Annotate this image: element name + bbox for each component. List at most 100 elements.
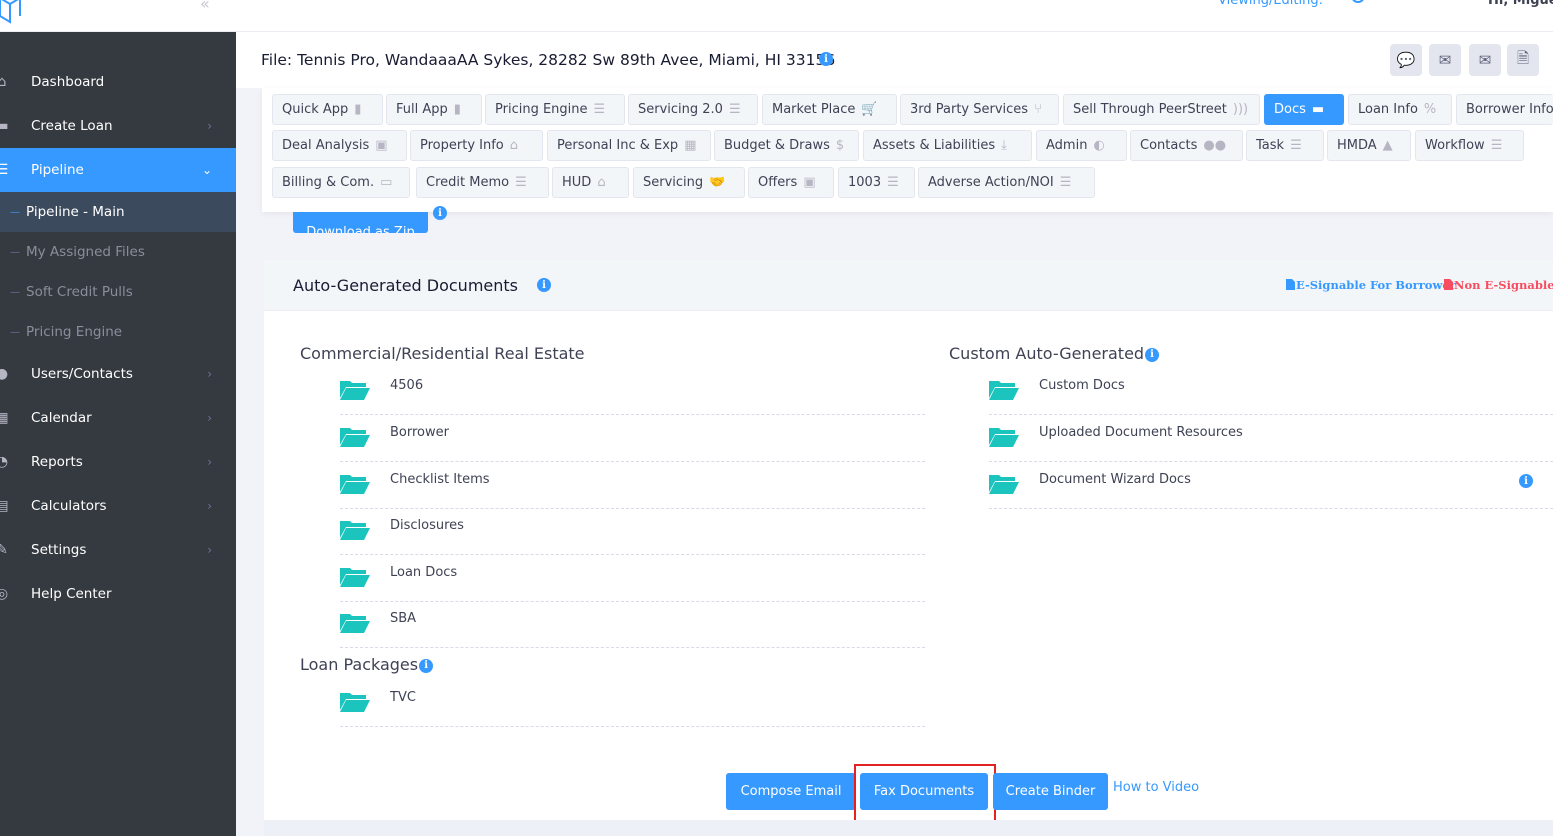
search-icon[interactable] [1350, 0, 1368, 8]
tab-quick-app[interactable]: Quick App ▮ [272, 94, 383, 125]
list-icon: ☰ [1490, 138, 1503, 153]
home-icon: ⌂ [509, 138, 519, 153]
tab-budget-draws[interactable]: Budget & Draws $ [714, 130, 859, 161]
sidebar-subitem-pricing-engine[interactable]: — Pricing Engine [0, 312, 236, 352]
sidebar-item-label: Users/Contacts [31, 366, 133, 382]
how-to-video-link[interactable]: How to Video [1113, 780, 1199, 795]
folder-row[interactable]: Document Wizard Docs i [989, 462, 1553, 509]
home-icon: ⌂ [597, 175, 606, 190]
notifications-icon[interactable] [1446, 0, 1464, 8]
sidebar-item-help-center[interactable]: ◎ Help Center [0, 572, 236, 616]
folder-name[interactable]: Disclosures [390, 518, 464, 533]
notes-icon[interactable] [1398, 0, 1416, 8]
sidebar-item-dashboard[interactable]: ⌂ Dashboard [0, 60, 236, 104]
compose-email-button[interactable]: Compose Email [726, 773, 856, 810]
sidebar-item-users-contacts[interactable]: ● Users/Contacts › [0, 352, 236, 396]
tab-offers[interactable]: Offers ▣ [748, 167, 834, 198]
folder-name[interactable]: Loan Docs [390, 565, 457, 580]
folder-row[interactable]: 4506 [340, 368, 925, 415]
folder-name[interactable]: SBA [390, 611, 416, 626]
tab-label: Borrower Info [1466, 102, 1553, 117]
collapse-sidebar-icon[interactable]: « [200, 0, 210, 13]
tab-borrower-info[interactable]: Borrower Info [1456, 94, 1553, 125]
loan-packages-info-icon[interactable]: i [419, 658, 434, 673]
folder-open-icon [340, 693, 370, 712]
tab-adverse-action-noi[interactable]: Adverse Action/NOI ☰ [918, 167, 1095, 198]
tab-label: Property Info [420, 138, 504, 153]
folder-row[interactable]: Custom Docs [989, 368, 1553, 415]
sidebar-item-calendar[interactable]: ▦ Calendar › [0, 396, 236, 440]
folder-row[interactable]: TVC [340, 680, 925, 727]
section-title-custom: Custom Auto-Generated i [949, 344, 1160, 363]
sidebar-item-reports[interactable]: ◔ Reports › [0, 440, 236, 484]
sidebar-item-settings[interactable]: ✎ Settings › [0, 528, 236, 572]
tab-label: 1003 [848, 175, 882, 190]
tab-personal-inc-exp[interactable]: Personal Inc & Exp ▦ [547, 130, 711, 161]
create-binder-button[interactable]: Create Binder [993, 773, 1108, 810]
tab-workflow[interactable]: Workflow ☰ [1415, 130, 1524, 161]
folder-row[interactable]: Loan Docs [340, 555, 925, 602]
email-icon[interactable]: ✉ [1429, 44, 1461, 76]
rss-icon: ))) [1232, 102, 1249, 117]
sidebar-item-calculators[interactable]: ▤ Calculators › [0, 484, 236, 528]
folder-row[interactable]: Borrower [340, 415, 925, 462]
tab-task[interactable]: Task ☰ [1246, 130, 1324, 161]
tab-docs[interactable]: Docs ▬ [1264, 94, 1344, 125]
tab-loan-info[interactable]: Loan Info% [1348, 94, 1452, 125]
tab-sell-through-peerstreet[interactable]: Sell Through PeerStreet))) [1063, 94, 1260, 125]
reports-icon: ◔ [0, 454, 9, 470]
tab-pricing-engine[interactable]: Pricing Engine ☰ [485, 94, 625, 125]
dollar-icon: $ [835, 138, 845, 153]
folder-name[interactable]: Custom Docs [1039, 378, 1125, 393]
folder-name[interactable]: Uploaded Document Resources [1039, 425, 1243, 440]
app-logo[interactable] [0, 0, 26, 24]
tab-full-app[interactable]: Full App ▮ [386, 94, 482, 125]
tab-3rd-party-services[interactable]: 3rd Party Services ⑂ [900, 94, 1059, 125]
sidebar-item-create-loan[interactable]: ▬ Create Loan › [0, 104, 236, 148]
sidebar-item-pipeline[interactable]: ☰ Pipeline ⌄ [0, 148, 236, 192]
tab-property-info[interactable]: Property Info ⌂ [410, 130, 543, 161]
tab-hud[interactable]: HUD ⌂ [552, 167, 629, 198]
mail-open-icon[interactable]: ✉ [1469, 44, 1501, 76]
tab-market-place[interactable]: Market Place 🛒 [762, 94, 897, 125]
pdf-icon [1286, 279, 1295, 290]
chat-icon[interactable]: 💬 [1390, 44, 1422, 76]
sidebar-subitem-my-assigned-files[interactable]: — My Assigned Files [0, 232, 236, 272]
folder-row[interactable]: Uploaded Document Resources [989, 415, 1553, 462]
document-wizard-info-icon[interactable]: i [1519, 474, 1533, 488]
sidebar-subitem-pipeline-main[interactable]: — Pipeline - Main [0, 192, 236, 232]
custom-info-icon[interactable]: i [1145, 347, 1160, 362]
tab-deal-analysis[interactable]: Deal Analysis ▣ [272, 130, 407, 161]
tab-servicing-2[interactable]: Servicing 2.0 ☰ [628, 94, 758, 125]
folder-name[interactable]: TVC [390, 690, 416, 705]
user-greeting[interactable]: Hi, Miguel [1488, 0, 1553, 8]
download-info-icon[interactable]: i [433, 206, 447, 220]
sidebar-subitem-soft-credit-pulls[interactable]: — Soft Credit Pulls [0, 272, 236, 312]
tab-admin[interactable]: Admin ◐ [1036, 130, 1127, 161]
gift-icon: ▣ [803, 175, 816, 190]
folder-row[interactable]: Checklist Items [340, 462, 925, 509]
branch-icon: ⑂ [1034, 102, 1042, 117]
tab-1003[interactable]: 1003 ☰ [838, 167, 915, 198]
document-icon[interactable]: 🗎 [1507, 44, 1539, 76]
legend-non-esignable: Non E-Signable F [1444, 278, 1553, 292]
folder-name[interactable]: Borrower [390, 425, 449, 440]
folder-name[interactable]: Checklist Items [390, 472, 490, 487]
folder-row[interactable]: SBA [340, 601, 925, 648]
chevron-down-icon: ⌄ [201, 163, 212, 177]
folder-name[interactable]: 4506 [390, 378, 423, 393]
file-info-icon[interactable]: i [819, 52, 833, 66]
download-as-zip-button[interactable]: Download as Zip [293, 212, 428, 233]
tab-contacts[interactable]: Contacts ●● [1130, 130, 1243, 161]
tab-servicing[interactable]: Servicing 🤝 [633, 167, 745, 198]
tab-hmda[interactable]: HMDA ▲ [1327, 130, 1411, 161]
viewing-editing-label[interactable]: Viewing/Editing: [1218, 0, 1323, 8]
card-info-icon[interactable]: i [537, 278, 551, 292]
tab-credit-memo[interactable]: Credit Memo ☰ [416, 167, 549, 198]
tab-assets-liabilities[interactable]: Assets & Liabilities ⤓ [863, 130, 1032, 161]
folder-name[interactable]: Document Wizard Docs [1039, 472, 1191, 487]
sidebar-item-label: Pipeline [31, 162, 84, 178]
folder-open-icon [989, 475, 1019, 494]
folder-row[interactable]: Disclosures [340, 508, 925, 555]
tab-billing-com[interactable]: Billing & Com. ▭ [272, 167, 410, 198]
